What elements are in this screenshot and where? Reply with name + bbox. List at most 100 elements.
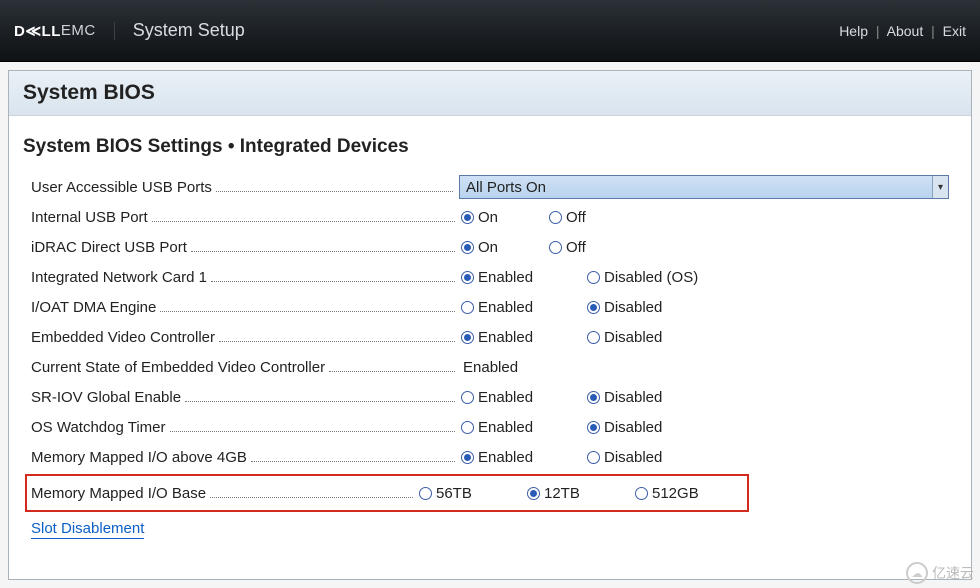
row-video-state: Current State of Embedded Video Controll… — [31, 352, 949, 382]
radio-watchdog-enabled[interactable]: Enabled — [461, 419, 569, 436]
radio-mmio4gb-enabled[interactable]: Enabled — [461, 449, 569, 466]
radio-label: Disabled — [604, 299, 662, 316]
radio-internal-usb-on[interactable]: On — [461, 209, 531, 226]
label-usb-ports: User Accessible USB Ports — [31, 179, 212, 196]
radio-label: Enabled — [478, 269, 533, 286]
value-video-state: Enabled — [461, 359, 518, 376]
leader-dots — [191, 251, 455, 252]
radio-icon — [549, 241, 562, 254]
link-slot-disablement[interactable]: Slot Disablement — [31, 520, 144, 539]
radio-idrac-usb-on[interactable]: On — [461, 239, 531, 256]
radio-icon — [587, 421, 600, 434]
leader-dots — [251, 461, 455, 462]
radio-mmiobase-12tb[interactable]: 12TB — [527, 485, 617, 502]
radio-embedded-video-enabled[interactable]: Enabled — [461, 329, 569, 346]
radio-ioat-disabled[interactable]: Disabled — [587, 299, 662, 316]
label-mmiobase: Memory Mapped I/O Base — [31, 485, 206, 502]
radio-icon — [461, 211, 474, 224]
radio-label: 12TB — [544, 485, 580, 502]
label-ioat: I/OAT DMA Engine — [31, 299, 156, 316]
radio-label: Enabled — [478, 299, 533, 316]
radio-label: 512GB — [652, 485, 699, 502]
link-separator: | — [872, 23, 884, 39]
radio-label: Disabled — [604, 449, 662, 466]
radio-label: Enabled — [478, 419, 533, 436]
radio-label: Enabled — [478, 389, 533, 406]
chevron-down-icon: ▾ — [932, 176, 948, 198]
radio-icon — [461, 331, 474, 344]
radio-idrac-usb-off[interactable]: Off — [549, 239, 586, 256]
row-usb-ports: User Accessible USB Ports All Ports On ▾ — [31, 172, 949, 202]
radio-icon — [587, 451, 600, 464]
radio-sriov-enabled[interactable]: Enabled — [461, 389, 569, 406]
row-watchdog: OS Watchdog Timer Enabled Disabled — [31, 412, 949, 442]
leader-dots — [216, 191, 453, 192]
radio-mmiobase-56tb[interactable]: 56TB — [419, 485, 509, 502]
radio-icon — [461, 391, 474, 404]
radio-watchdog-disabled[interactable]: Disabled — [587, 419, 662, 436]
row-mmiobase: Memory Mapped I/O Base 56TB 12TB 512GB — [31, 478, 743, 508]
breadcrumb: System BIOS Settings • Integrated Device… — [9, 116, 971, 172]
row-slot-disablement: Slot Disablement — [31, 512, 949, 537]
leader-dots — [219, 341, 455, 342]
radio-nic1-enabled[interactable]: Enabled — [461, 269, 569, 286]
radio-icon — [461, 421, 474, 434]
leader-dots — [211, 281, 455, 282]
leader-dots — [152, 221, 455, 222]
radio-icon — [587, 391, 600, 404]
radio-label: Off — [566, 239, 586, 256]
label-embedded-video: Embedded Video Controller — [31, 329, 215, 346]
row-embedded-video: Embedded Video Controller Enabled Disabl… — [31, 322, 949, 352]
brand-thin: EMC — [61, 22, 96, 39]
settings-form: User Accessible USB Ports All Ports On ▾… — [9, 172, 971, 537]
leader-dots — [160, 311, 455, 312]
radio-icon — [549, 211, 562, 224]
radio-label: Enabled — [478, 449, 533, 466]
radio-icon — [587, 271, 600, 284]
label-mmio4gb: Memory Mapped I/O above 4GB — [31, 449, 247, 466]
radio-label: On — [478, 239, 498, 256]
brand-logo: D≪LLEMC — [14, 22, 115, 40]
about-link[interactable]: About — [887, 23, 924, 39]
radio-icon — [419, 487, 432, 500]
leader-dots — [170, 431, 456, 432]
page-title-band: System BIOS — [9, 71, 971, 116]
radio-icon — [461, 271, 474, 284]
label-internal-usb: Internal USB Port — [31, 209, 148, 226]
radio-mmio4gb-disabled[interactable]: Disabled — [587, 449, 662, 466]
header-bar: D≪LLEMC System Setup Help | About | Exit — [0, 0, 980, 62]
radio-label: Disabled — [604, 329, 662, 346]
radio-nic1-disabled-os[interactable]: Disabled (OS) — [587, 269, 698, 286]
row-sriov: SR-IOV Global Enable Enabled Disabled — [31, 382, 949, 412]
radio-ioat-enabled[interactable]: Enabled — [461, 299, 569, 316]
radio-sriov-disabled[interactable]: Disabled — [587, 389, 662, 406]
help-link[interactable]: Help — [839, 23, 868, 39]
row-nic1: Integrated Network Card 1 Enabled Disabl… — [31, 262, 949, 292]
radio-embedded-video-disabled[interactable]: Disabled — [587, 329, 662, 346]
exit-link[interactable]: Exit — [943, 23, 966, 39]
row-internal-usb: Internal USB Port On Off — [31, 202, 949, 232]
leader-dots — [185, 401, 455, 402]
radio-internal-usb-off[interactable]: Off — [549, 209, 586, 226]
radio-icon — [527, 487, 540, 500]
radio-icon — [587, 301, 600, 314]
row-idrac-usb: iDRAC Direct USB Port On Off — [31, 232, 949, 262]
content-panel: System BIOS System BIOS Settings • Integ… — [8, 70, 972, 580]
brand-bold: D≪LL — [14, 22, 61, 40]
radio-icon — [461, 451, 474, 464]
radio-mmiobase-512gb[interactable]: 512GB — [635, 485, 725, 502]
label-sriov: SR-IOV Global Enable — [31, 389, 181, 406]
radio-icon — [587, 331, 600, 344]
radio-label: 56TB — [436, 485, 472, 502]
label-video-state: Current State of Embedded Video Controll… — [31, 359, 325, 376]
highlight-box: Memory Mapped I/O Base 56TB 12TB 512GB — [25, 474, 749, 512]
radio-label: Enabled — [478, 329, 533, 346]
radio-label: Off — [566, 209, 586, 226]
radio-icon — [635, 487, 648, 500]
label-watchdog: OS Watchdog Timer — [31, 419, 166, 436]
label-idrac-usb: iDRAC Direct USB Port — [31, 239, 187, 256]
leader-dots — [329, 371, 455, 372]
row-mmio4gb: Memory Mapped I/O above 4GB Enabled Disa… — [31, 442, 949, 472]
label-nic1: Integrated Network Card 1 — [31, 269, 207, 286]
dropdown-usb-ports[interactable]: All Ports On ▾ — [459, 175, 949, 199]
